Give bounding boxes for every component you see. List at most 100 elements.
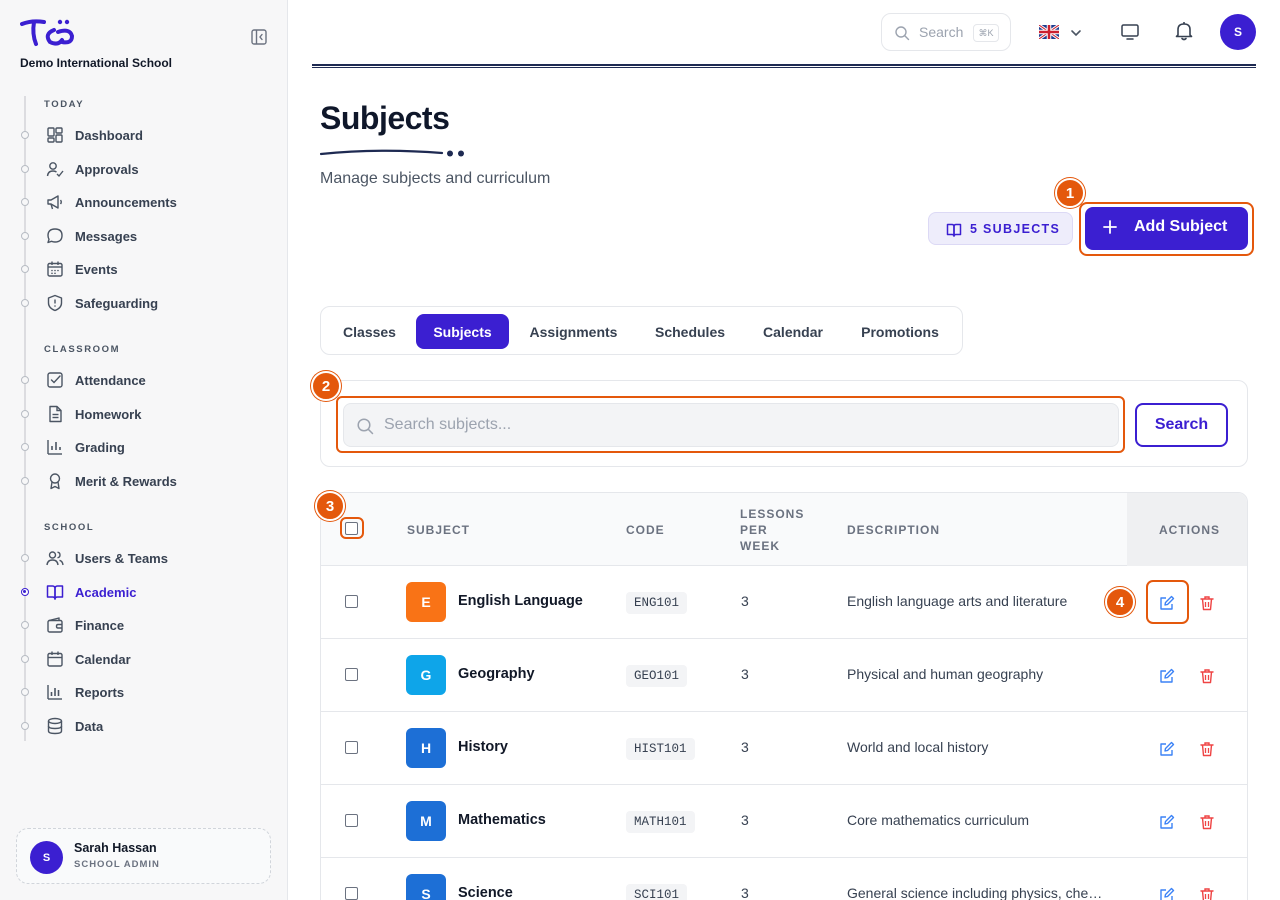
chat-bubble-icon [47, 228, 63, 244]
tab-subjects[interactable]: Subjects [416, 314, 509, 349]
subject-search-field [343, 403, 1119, 447]
sidebar-item-events[interactable]: Events [0, 254, 287, 284]
subject-code: GEO101 [626, 665, 688, 687]
sidebar-item-academic[interactable]: Academic [0, 577, 287, 607]
column-header-lessons-line1: LESSONS [740, 507, 805, 521]
sidebar-item-finance[interactable]: Finance [0, 610, 287, 640]
academic-tabs: Classes Subjects Assignments Schedules C… [320, 306, 963, 355]
current-user-card[interactable]: S Sarah Hassan SCHOOL ADMIN [16, 828, 271, 884]
row-checkbox[interactable] [345, 741, 358, 754]
sidebar-item-grading[interactable]: Grading [0, 432, 287, 462]
user-check-icon [46, 162, 64, 178]
subject-count-label: 5 SUBJECTS [970, 222, 1061, 236]
sidebar-item-label: Messages [75, 228, 138, 244]
chevron-down-icon [1071, 30, 1081, 37]
sidebar-item-homework[interactable]: Homework [0, 399, 287, 429]
checkbox-icon [47, 372, 63, 388]
subject-code: HIST101 [626, 738, 695, 760]
notification-bell-icon[interactable] [1173, 20, 1195, 42]
subject-code: ENG101 [626, 592, 688, 614]
subject-avatar: H [406, 728, 446, 768]
sidebar-item-dashboard[interactable]: Dashboard [0, 120, 287, 150]
sidebar-item-users-teams[interactable]: Users & Teams [0, 543, 287, 573]
sidebar-item-label: Announcements [75, 194, 177, 210]
sidebar-item-approvals[interactable]: Approvals [0, 154, 287, 184]
lessons-per-week: 3 [741, 666, 749, 682]
book-icon [946, 223, 962, 237]
lessons-per-week: 3 [741, 812, 749, 828]
annotation-marker-4: 4 [1105, 587, 1135, 617]
subjects-table: SUBJECT CODE LESSONS PER WEEK DESCRIPTIO… [320, 492, 1248, 900]
document-icon [49, 405, 62, 423]
subject-name: Science [458, 885, 513, 900]
column-header-code: CODE [626, 523, 665, 537]
tab-classes[interactable]: Classes [329, 314, 410, 349]
edit-button[interactable] [1152, 807, 1182, 837]
subject-description: Core mathematics curriculum [847, 812, 1030, 828]
trash-icon [1200, 742, 1214, 757]
subject-code: SCI101 [626, 884, 688, 900]
monitor-icon[interactable] [1120, 22, 1140, 42]
select-all-checkbox[interactable] [345, 522, 358, 535]
edit-button[interactable] [1152, 734, 1182, 764]
sidebar-item-reports[interactable]: Reports [0, 677, 287, 707]
column-header-subject: SUBJECT [407, 523, 471, 537]
annotation-marker-1: 1 [1055, 178, 1085, 208]
delete-button[interactable] [1192, 880, 1222, 900]
table-row: G Geography GEO101 3 Physical and human … [321, 639, 1247, 712]
edit-button[interactable] [1152, 588, 1182, 618]
delete-button[interactable] [1192, 661, 1222, 691]
nav-section-today: TODAY [44, 99, 85, 110]
tab-promotions[interactable]: Promotions [844, 314, 956, 349]
add-subject-button[interactable]: Add Subject [1085, 207, 1248, 250]
subject-search-input[interactable] [384, 404, 1104, 446]
delete-button[interactable] [1192, 807, 1222, 837]
subject-avatar: M [406, 801, 446, 841]
delete-button[interactable] [1192, 588, 1222, 618]
row-checkbox[interactable] [345, 595, 358, 608]
sidebar-item-label: Reports [75, 684, 125, 700]
global-search-button[interactable]: Search ⌘K [881, 13, 1011, 51]
page-title: Subjects [320, 100, 450, 136]
plus-icon [1103, 220, 1117, 234]
sidebar-item-merit-rewards[interactable]: Merit & Rewards [0, 466, 287, 496]
subject-name: Geography [458, 666, 535, 682]
sidebar-item-data[interactable]: Data [0, 711, 287, 741]
lessons-per-week: 3 [741, 593, 749, 609]
row-checkbox[interactable] [345, 814, 358, 827]
profile-avatar[interactable]: S [1220, 14, 1256, 50]
edit-icon [1160, 595, 1175, 610]
edit-icon [1160, 741, 1175, 756]
row-checkbox[interactable] [345, 668, 358, 681]
edit-icon [1160, 887, 1175, 900]
user-name: Sarah Hassan [74, 841, 157, 855]
tab-calendar[interactable]: Calendar [748, 314, 838, 349]
edit-button[interactable] [1152, 880, 1182, 900]
tab-schedules[interactable]: Schedules [638, 314, 742, 349]
subject-code: MATH101 [626, 811, 695, 833]
sidebar-item-attendance[interactable]: Attendance [0, 365, 287, 395]
keyboard-shortcut-hint: ⌘K [973, 24, 999, 42]
sidebar-item-announcements[interactable]: Announcements [0, 187, 287, 217]
delete-button[interactable] [1192, 734, 1222, 764]
tab-assignments[interactable]: Assignments [515, 314, 632, 349]
row-checkbox[interactable] [345, 887, 358, 900]
sidebar-item-label: Data [75, 718, 104, 734]
users-icon [46, 551, 64, 566]
sidebar-item-calendar[interactable]: Calendar [0, 644, 287, 674]
table-row: H History HIST101 3 World and local hist… [321, 712, 1247, 785]
search-button[interactable]: Search [1135, 403, 1228, 447]
lessons-per-week: 3 [741, 885, 749, 900]
reports-chart-icon [47, 685, 62, 700]
subject-name: History [458, 739, 508, 755]
collapse-sidebar-icon[interactable] [250, 28, 268, 46]
search-icon [895, 26, 910, 41]
shield-icon [47, 294, 63, 312]
sidebar-item-safeguarding[interactable]: Safeguarding [0, 288, 287, 318]
subject-name: Mathematics [458, 812, 546, 828]
sidebar-item-messages[interactable]: Messages [0, 221, 287, 251]
edit-button[interactable] [1152, 661, 1182, 691]
language-selector[interactable] [1039, 24, 1085, 42]
edit-icon [1160, 814, 1175, 829]
open-book-icon [46, 585, 64, 600]
